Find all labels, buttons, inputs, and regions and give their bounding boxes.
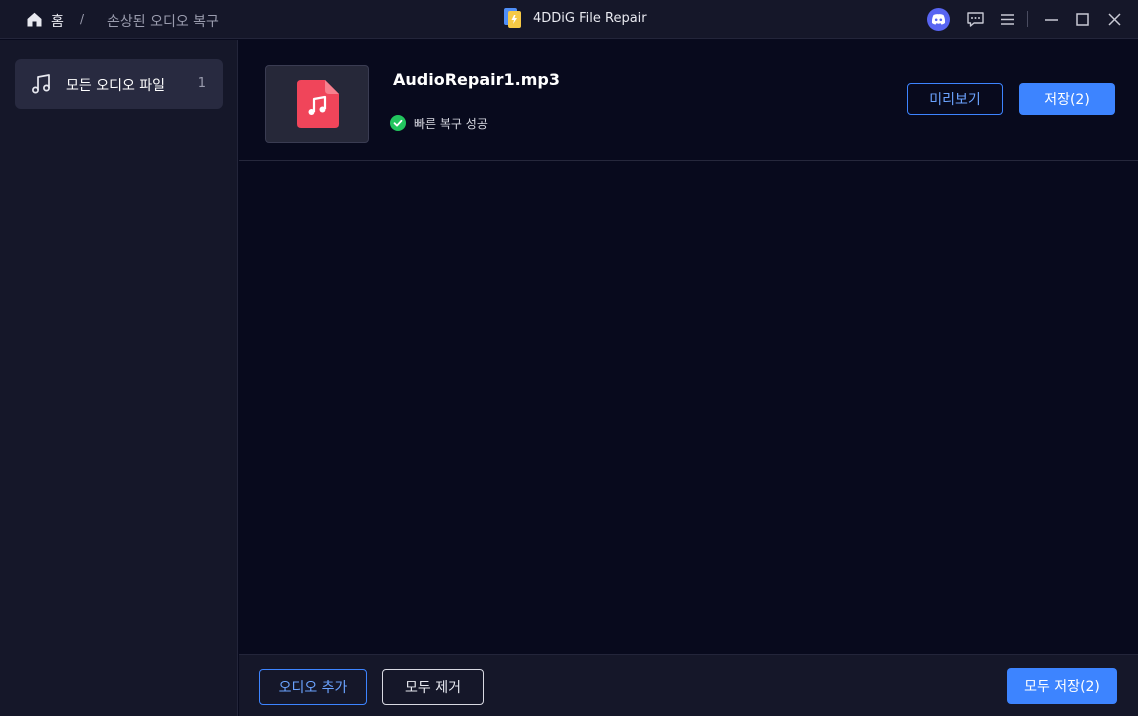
feedback-icon[interactable] xyxy=(966,10,985,29)
close-icon[interactable] xyxy=(1105,10,1124,29)
breadcrumb-current-page: 손상된 오디오 복구 xyxy=(107,14,219,30)
status-text: 빠른 복구 성공 xyxy=(414,117,488,131)
main-content: AudioRepair1.mp3 빠른 복구 성공 미리보기 저장(2) xyxy=(239,40,1138,654)
add-audio-button[interactable]: 오디오 추가 xyxy=(259,669,367,705)
file-name: AudioRepair1.mp3 xyxy=(393,70,560,89)
save-all-button[interactable]: 모두 저장(2) xyxy=(1007,668,1117,704)
sidebar: 모든 오디오 파일 1 xyxy=(0,40,238,716)
menu-icon[interactable] xyxy=(998,10,1017,29)
discord-icon xyxy=(931,14,946,25)
app-title: 4DDiG File Repair xyxy=(533,11,647,26)
maximize-icon[interactable] xyxy=(1073,10,1092,29)
home-icon[interactable] xyxy=(26,11,43,28)
minimize-icon[interactable] xyxy=(1042,10,1061,29)
discord-button[interactable] xyxy=(927,8,950,31)
sidebar-item-count: 1 xyxy=(197,76,206,91)
titlebar-divider xyxy=(1027,11,1028,27)
preview-button[interactable]: 미리보기 xyxy=(907,83,1003,115)
remove-all-button[interactable]: 모두 제거 xyxy=(382,669,484,705)
app-logo-icon xyxy=(504,8,521,28)
file-thumbnail xyxy=(265,65,369,143)
file-row: AudioRepair1.mp3 빠른 복구 성공 미리보기 저장(2) xyxy=(239,40,1138,161)
title-bar: 홈 / 손상된 오디오 복구 4DDiG File Repair xyxy=(0,0,1138,39)
sidebar-item-label: 모든 오디오 파일 xyxy=(66,78,166,94)
home-link[interactable]: 홈 xyxy=(51,11,64,31)
sidebar-item-all-audio[interactable]: 모든 오디오 파일 1 xyxy=(15,59,223,109)
footer-bar: 오디오 추가 모두 제거 모두 저장(2) xyxy=(239,654,1138,716)
check-circle-icon xyxy=(390,115,406,131)
save-button[interactable]: 저장(2) xyxy=(1019,83,1115,115)
breadcrumb-separator: / xyxy=(80,12,85,26)
audio-file-icon xyxy=(297,80,339,128)
music-note-icon xyxy=(32,74,50,94)
